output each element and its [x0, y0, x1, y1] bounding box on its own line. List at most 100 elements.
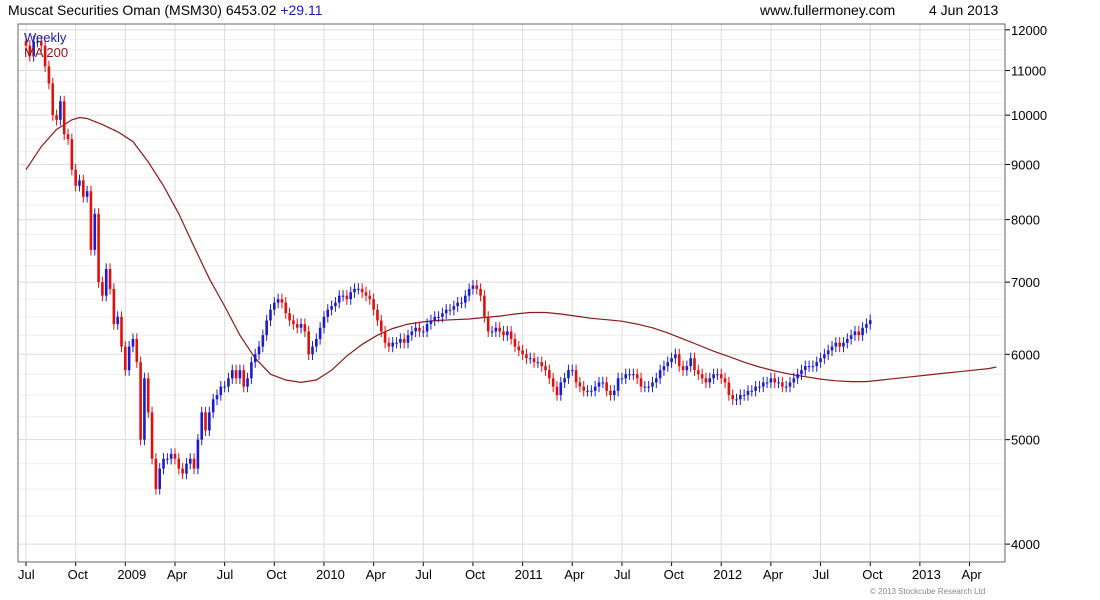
weekly-candle: [731, 389, 734, 405]
candle-body: [70, 139, 74, 170]
candle-body: [280, 299, 284, 303]
candle-body: [437, 316, 440, 318]
candle-body: [563, 378, 566, 383]
candle-body: [548, 370, 551, 379]
candle-body: [628, 374, 631, 376]
weekly-candle: [849, 329, 853, 345]
weekly-candle: [842, 337, 845, 353]
candle-body: [162, 458, 165, 469]
candle-body: [383, 331, 387, 343]
weekly-candle: [811, 360, 815, 372]
weekly-candle: [135, 333, 139, 368]
candle-body: [295, 324, 299, 328]
weekly-candle: [169, 448, 173, 465]
x-tick-label: Oct: [68, 567, 89, 582]
x-tick-label: Apr: [167, 567, 188, 582]
candle-body: [97, 213, 100, 283]
y-tick-label: 8000: [1011, 213, 1040, 228]
candle-body: [586, 390, 589, 392]
candle-body: [689, 358, 692, 367]
weekly-candle: [769, 372, 773, 389]
weekly-candle: [269, 304, 272, 327]
candle-body: [177, 458, 181, 469]
candle-body: [292, 320, 295, 325]
grid: [18, 24, 1005, 562]
candle-body: [116, 316, 119, 325]
price-chart: 4000 5000 6000 7000 8000 9000 10000 11000 12000 J…: [17, 23, 1047, 582]
candle-body: [746, 390, 750, 396]
candle-body: [868, 320, 872, 325]
candle-body: [708, 378, 712, 383]
weekly-candle: [593, 381, 597, 397]
candle-body: [643, 386, 647, 388]
candle-body: [830, 346, 834, 351]
weekly-candle: [353, 283, 356, 298]
candle-body: [483, 295, 486, 317]
weekly-candle: [89, 185, 93, 256]
weekly-candle: [643, 381, 647, 393]
candle-body: [674, 354, 677, 359]
weekly-candle: [154, 453, 158, 495]
weekly-candle: [360, 283, 364, 298]
candle-body: [372, 299, 375, 310]
weekly-candle: [689, 352, 692, 372]
weekly-candle: [139, 356, 142, 446]
weekly-candle: [185, 458, 188, 480]
weekly-candle: [651, 376, 654, 393]
candle-body: [284, 302, 288, 314]
axes: 4000 5000 6000 7000 8000 9000 10000 11000 12000 J…: [17, 23, 1047, 582]
weekly-candle: [97, 208, 100, 288]
weekly-candle: [376, 304, 379, 327]
candle-body: [269, 309, 272, 321]
candle-body: [51, 83, 55, 116]
candle-body: [532, 358, 536, 363]
weekly-candle: [513, 333, 517, 353]
weekly-candle: [819, 352, 822, 368]
weekly-candle: [559, 376, 563, 401]
weekly-candle: [246, 372, 249, 393]
weekly-candle: [784, 381, 788, 393]
candle-body: [551, 378, 555, 387]
weekly-candle: [582, 381, 586, 397]
weekly-candle: [200, 406, 204, 446]
candle-body: [800, 370, 803, 375]
candle-body: [146, 378, 150, 413]
weekly-candle: [273, 297, 276, 316]
weekly-candle: [452, 300, 456, 316]
weekly-candle: [823, 348, 826, 364]
x-tick-label: 2009: [117, 567, 146, 582]
candles-layer: [24, 35, 872, 495]
candle-body: [387, 342, 391, 347]
candle-body: [154, 458, 158, 489]
candle-body: [444, 309, 448, 314]
candle-body: [448, 309, 452, 311]
weekly-candle: [746, 385, 750, 401]
candle-body: [647, 386, 650, 388]
weekly-candle: [662, 360, 666, 376]
weekly-candle: [704, 372, 708, 389]
weekly-candle: [815, 356, 819, 372]
candle-body: [639, 378, 643, 387]
candle-body: [502, 331, 505, 336]
candle-body: [330, 306, 333, 310]
x-tick-label: Oct: [266, 567, 287, 582]
weekly-candle: [112, 283, 116, 330]
candle-body: [379, 320, 383, 332]
weekly-candle: [108, 263, 112, 295]
candle-body: [742, 395, 746, 397]
candle-body: [120, 316, 123, 347]
candle-body: [273, 302, 276, 310]
candle-body: [208, 412, 211, 431]
candle-body: [773, 378, 777, 383]
weekly-candle: [563, 372, 566, 389]
candle-body: [590, 390, 593, 392]
candle-body: [601, 382, 605, 384]
candle-body: [234, 370, 238, 379]
weekly-candle: [395, 337, 398, 349]
candle-body: [315, 338, 318, 347]
weekly-candle: [685, 360, 689, 376]
x-tick-label: Apr: [962, 567, 983, 582]
candle-body: [758, 386, 761, 388]
candle-body: [299, 324, 303, 328]
weekly-candle: [555, 381, 559, 401]
